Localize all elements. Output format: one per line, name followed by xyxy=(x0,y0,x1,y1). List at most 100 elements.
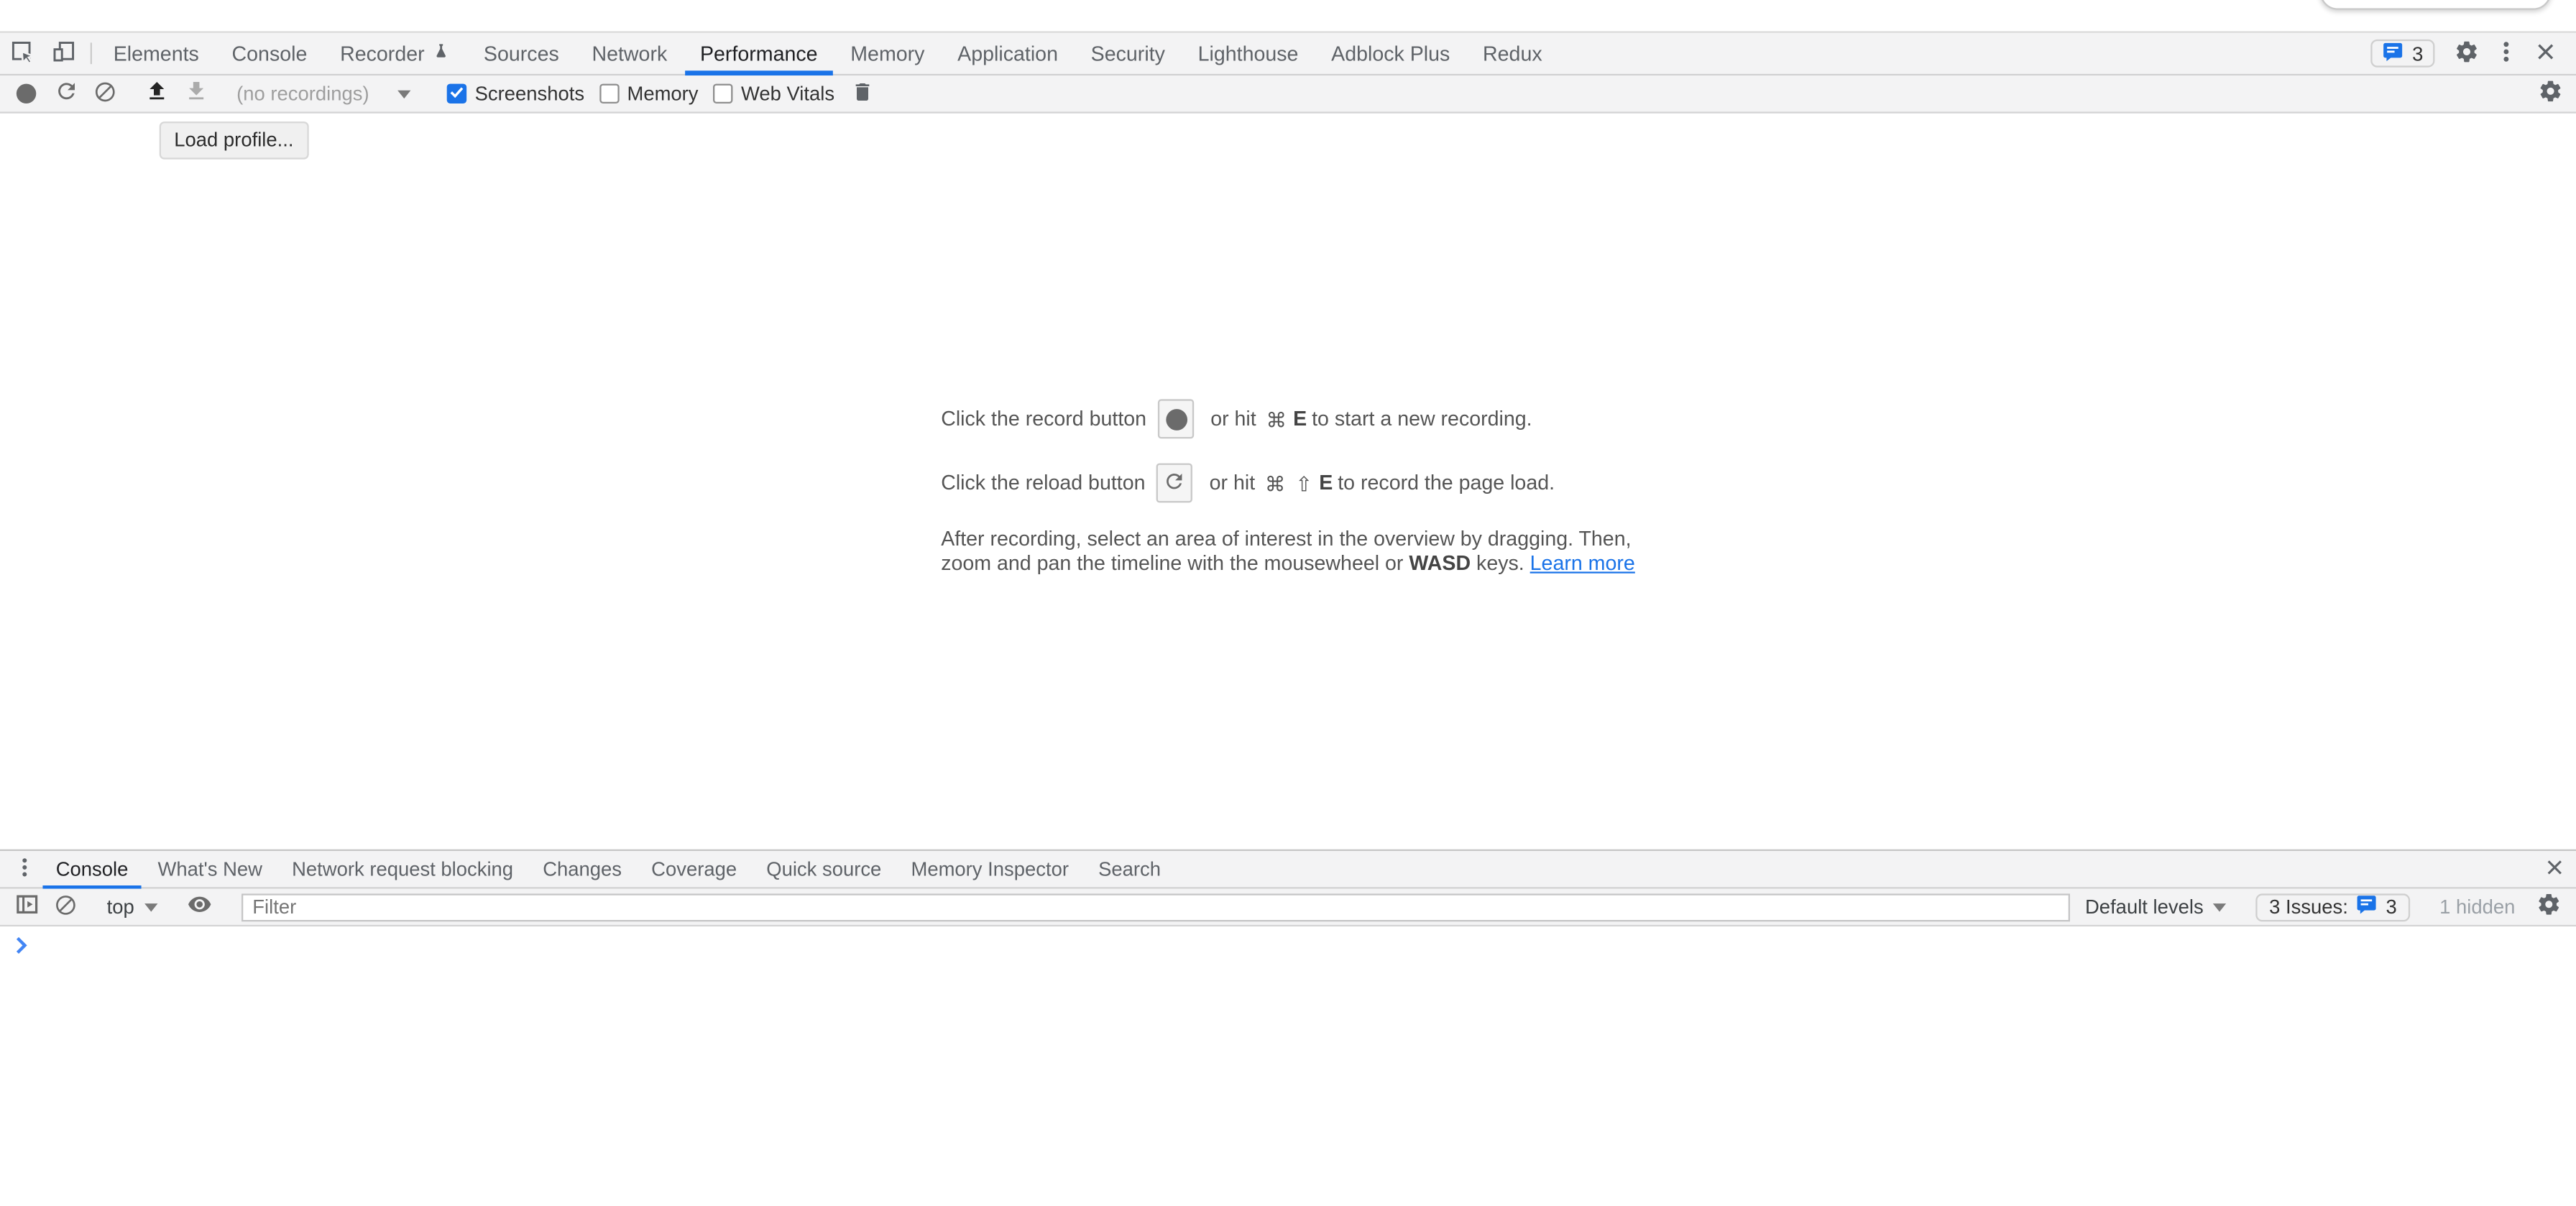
tab-elements[interactable]: Elements xyxy=(97,33,216,74)
issues-button[interactable]: 3 Issues: 3 xyxy=(2256,893,2410,921)
web-vitals-checkbox[interactable] xyxy=(713,84,732,103)
tab-application[interactable]: Application xyxy=(941,33,1075,74)
save-profile-button[interactable] xyxy=(176,75,216,111)
record-icon xyxy=(1165,408,1187,430)
console-toolbar: top Default levels 3 Issues: 3 xyxy=(0,889,2576,927)
drawer-tab-memory-inspector[interactable]: Memory Inspector xyxy=(896,851,1084,887)
chevron-down-icon xyxy=(397,90,410,98)
learn-more-link[interactable]: Learn more xyxy=(1530,551,1635,574)
close-icon xyxy=(2545,857,2564,881)
block-icon xyxy=(53,893,76,921)
drawer-tab-network-request-blocking[interactable]: Network request blocking xyxy=(277,851,528,887)
issues-count: 3 xyxy=(2412,42,2423,65)
experiment-flask-icon xyxy=(433,41,451,65)
drawer-tab-coverage[interactable]: Coverage xyxy=(637,851,752,887)
levels-select-value: Default levels xyxy=(2085,896,2204,919)
tab-label: Sources xyxy=(484,42,559,65)
recordings-select[interactable]: (no recordings) xyxy=(226,82,420,105)
web-vitals-checkbox-label: Web Vitals xyxy=(741,82,834,105)
record-button-preview[interactable] xyxy=(1158,399,1194,438)
block-icon xyxy=(93,80,116,108)
issues-counter-button[interactable]: 3 xyxy=(2371,40,2434,68)
settings-button[interactable] xyxy=(2446,33,2485,74)
clear-console-button[interactable] xyxy=(46,889,84,925)
perf-toolbar-right xyxy=(2518,75,2570,111)
clear-button[interactable] xyxy=(86,75,125,111)
cmd-key-glyph: ⌘ xyxy=(1265,471,1286,495)
console-prompt[interactable] xyxy=(0,926,2576,959)
drawer-tab-whats-new[interactable]: What's New xyxy=(143,851,277,887)
tab-network[interactable]: Network xyxy=(576,33,684,74)
memory-checkbox-label: Memory xyxy=(627,82,698,105)
reload-and-record-button[interactable] xyxy=(46,75,86,111)
tab-label: Network request blocking xyxy=(292,857,513,880)
tab-security[interactable]: Security xyxy=(1075,33,1182,74)
issues-button-label: 3 Issues: xyxy=(2269,896,2348,919)
console-settings-button[interactable] xyxy=(2530,889,2568,925)
tab-memory[interactable]: Memory xyxy=(834,33,941,74)
check-icon xyxy=(448,82,465,105)
tab-label: Elements xyxy=(114,42,199,65)
tab-label: Recorder xyxy=(340,42,425,65)
record-button[interactable] xyxy=(6,75,46,111)
memory-checkbox[interactable] xyxy=(599,84,619,103)
trash-icon xyxy=(851,80,874,108)
chevron-down-icon xyxy=(144,903,157,911)
capture-settings-button[interactable] xyxy=(2530,75,2570,111)
after-recording-paragraph: After recording, select an area of inter… xyxy=(941,528,1635,576)
screenshots-checkbox[interactable] xyxy=(447,84,466,103)
tab-label: What's New xyxy=(158,857,262,880)
tab-recorder[interactable]: Recorder xyxy=(323,33,467,74)
tabbar-right-controls: 3 xyxy=(2371,33,2576,74)
tab-label: Changes xyxy=(543,857,622,880)
performance-toolbar: (no recordings) Screenshots Memory Web V… xyxy=(0,75,2576,114)
drawer-tab-console[interactable]: Console xyxy=(41,851,143,887)
drawer-tab-changes[interactable]: Changes xyxy=(528,851,637,887)
device-toolbar-icon xyxy=(51,38,78,69)
drawer-close-button[interactable] xyxy=(2534,851,2576,887)
upload-icon xyxy=(144,79,168,109)
tab-lighthouse[interactable]: Lighthouse xyxy=(1182,33,1315,74)
divider xyxy=(91,42,92,64)
log-levels-select[interactable]: Default levels xyxy=(2070,896,2241,919)
tab-label: Security xyxy=(1091,42,1165,65)
gear-icon xyxy=(2537,79,2562,109)
tab-console[interactable]: Console xyxy=(216,33,324,74)
tab-label: Application xyxy=(957,42,1058,65)
e-key-glyph: E xyxy=(1293,408,1307,431)
tab-redux[interactable]: Redux xyxy=(1466,33,1558,74)
tab-label: Adblock Plus xyxy=(1331,42,1450,65)
close-devtools-button[interactable] xyxy=(2525,33,2564,74)
create-live-expression-button[interactable] xyxy=(180,889,218,925)
browser-popup-remnant xyxy=(2319,0,2551,10)
tab-label: Memory xyxy=(850,42,924,65)
or-hit-text: or hit xyxy=(1210,471,1256,494)
inspect-element-button[interactable] xyxy=(0,33,42,74)
prompt-chevron-icon xyxy=(15,936,28,959)
drawer-more-tabs-button[interactable] xyxy=(6,851,41,887)
record-instruction-text: Click the record button xyxy=(941,408,1146,431)
screenshots-checkbox-label: Screenshots xyxy=(475,82,584,105)
download-icon xyxy=(183,79,208,109)
tab-performance[interactable]: Performance xyxy=(684,33,834,74)
drawer-tab-quick-source[interactable]: Quick source xyxy=(752,851,896,887)
load-profile-button[interactable] xyxy=(137,75,176,111)
reload-button-preview[interactable] xyxy=(1157,464,1193,503)
drawer-tab-search[interactable]: Search xyxy=(1084,851,1176,887)
performance-empty-state: Click the record button or hit ⌘ E to st… xyxy=(941,399,1635,575)
javascript-context-select[interactable]: top xyxy=(96,896,169,919)
tab-label: Quick source xyxy=(766,857,881,880)
hidden-messages-label: 1 hidden xyxy=(2439,896,2515,919)
garbage-collect-button[interactable] xyxy=(843,75,883,111)
device-toolbar-button[interactable] xyxy=(42,33,85,74)
speech-bubble-icon xyxy=(2383,40,2404,67)
chevron-down-icon xyxy=(2213,903,2226,911)
reload-icon xyxy=(1164,469,1187,497)
tab-label: Search xyxy=(1098,857,1161,880)
console-filter-input[interactable] xyxy=(241,893,2070,921)
kebab-menu-icon xyxy=(12,855,35,883)
tab-adblock-plus[interactable]: Adblock Plus xyxy=(1315,33,1466,74)
more-options-button[interactable] xyxy=(2485,33,2525,74)
tab-sources[interactable]: Sources xyxy=(467,33,576,74)
console-sidebar-toggle-button[interactable] xyxy=(8,889,46,925)
